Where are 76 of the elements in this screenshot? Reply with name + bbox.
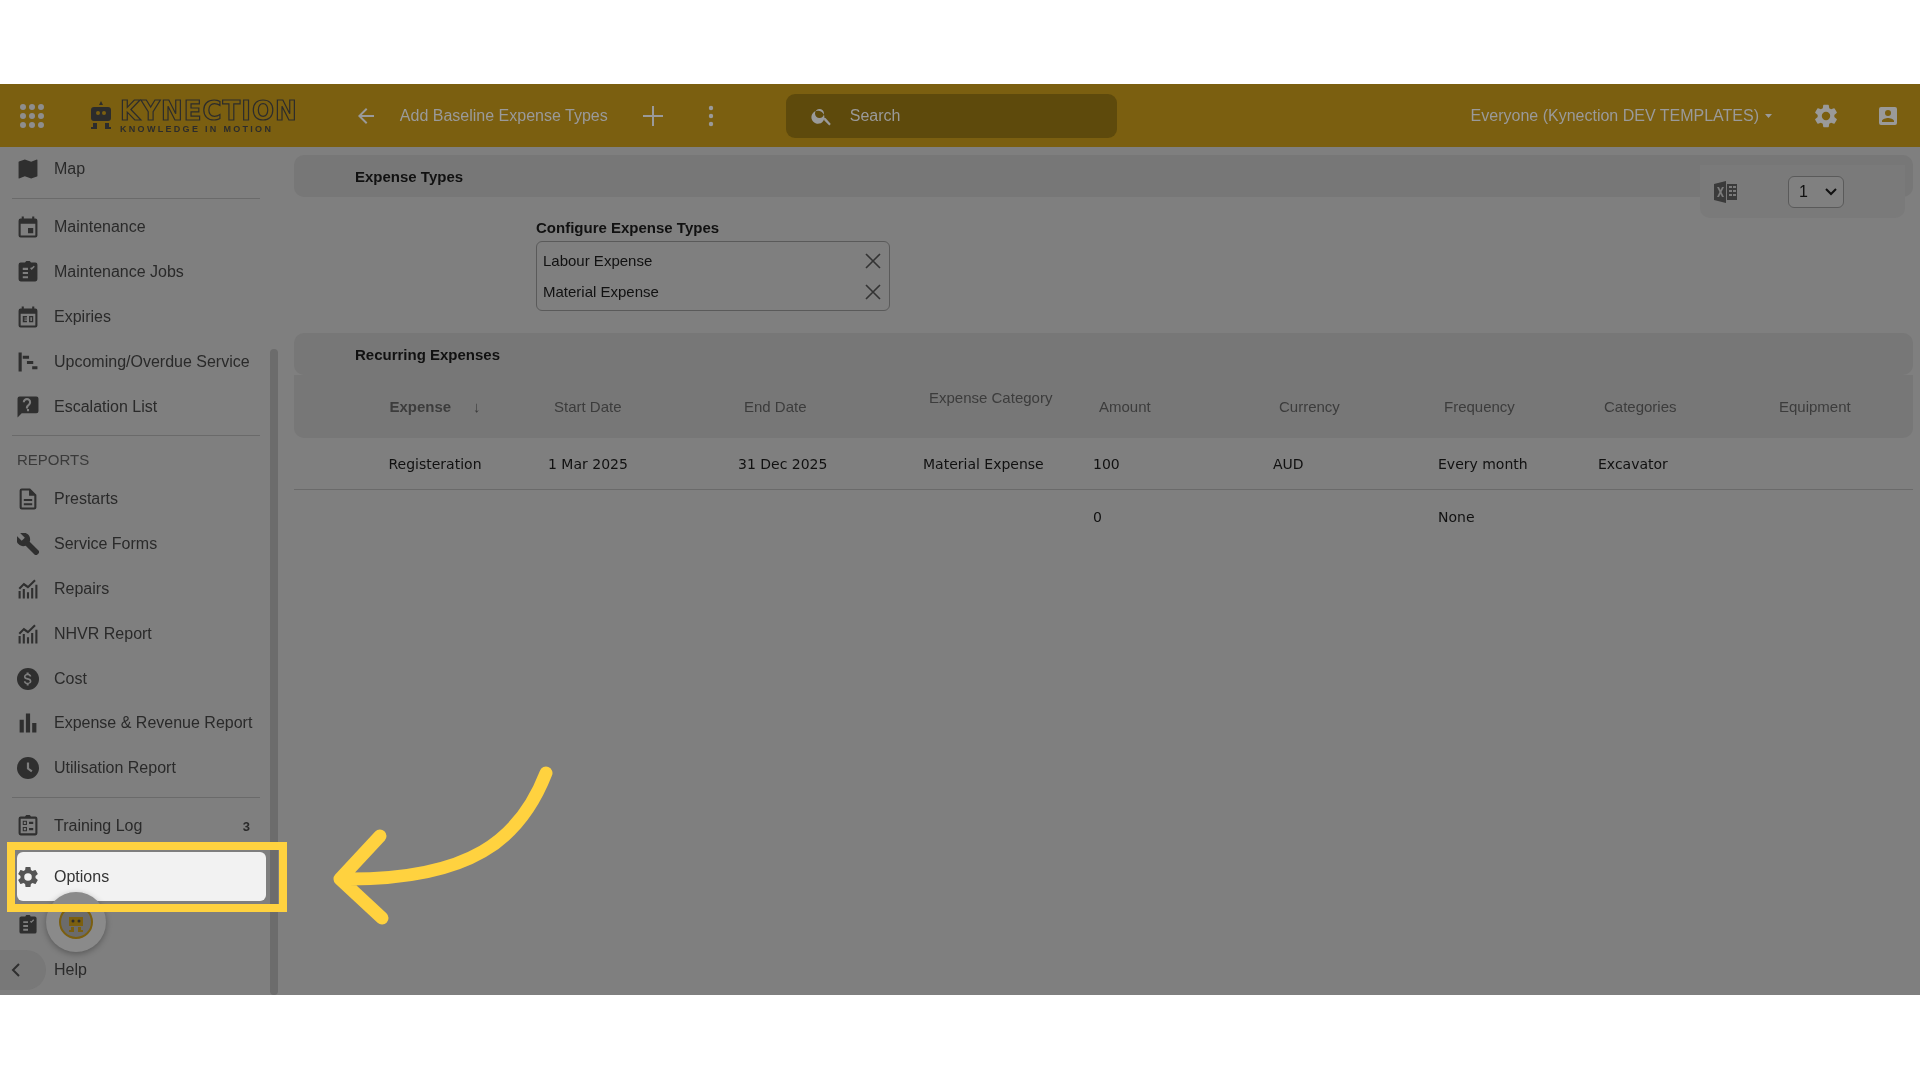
sidebar-item[interactable]: Repairs <box>0 566 264 612</box>
column-header[interactable]: Frequency <box>1430 398 1590 415</box>
sidebar-item[interactable]: Maintenance Jobs <box>0 249 264 295</box>
bar-chart-icon <box>17 712 39 735</box>
table-cell-text: Excavator <box>1597 455 1669 472</box>
table-cell-text: AUD <box>1272 455 1305 472</box>
dollar-icon <box>17 667 39 690</box>
expense-type: Material Expense <box>543 283 659 300</box>
sidebar-item[interactable]: Maintenance <box>0 204 264 250</box>
scrollbar[interactable] <box>270 349 278 995</box>
sidebar-item[interactable]: Training Log 3 <box>0 803 264 849</box>
table-cell-text: Registeration <box>387 455 483 472</box>
sidebar-item[interactable]: Expiries <box>0 294 264 340</box>
sidebar-item[interactable]: Expense & Revenue Report <box>0 700 264 746</box>
spreadsheet-export-icon[interactable] <box>1714 180 1738 203</box>
sidebar-item[interactable]: Map <box>0 147 264 192</box>
robot-icon <box>88 100 114 131</box>
table-cell-text: 0 <box>1092 509 1103 525</box>
map-icon <box>17 158 39 181</box>
sort-icon[interactable]: ↓ <box>473 398 481 415</box>
search-field[interactable]: Search <box>785 93 1117 138</box>
help-bubble-icon <box>17 395 39 418</box>
remove-icon[interactable] <box>865 283 881 300</box>
sidebar-item[interactable]: Service Forms <box>0 521 264 567</box>
column-header[interactable]: End Date <box>730 398 915 415</box>
settings-icon <box>17 865 39 888</box>
document-icon <box>17 488 39 511</box>
checklist-icon <box>17 815 39 838</box>
section-title: Expense Types <box>355 167 464 185</box>
calendar-icon <box>17 305 39 328</box>
sidebar-item[interactable]: Utilisation Report <box>0 745 264 791</box>
count-label: 3 <box>242 818 250 834</box>
add-icon[interactable] <box>641 104 664 127</box>
calendar-icon <box>17 216 39 239</box>
chart-icon <box>17 577 39 600</box>
chevron-left-icon <box>10 962 22 978</box>
sidebar-item[interactable]: Escalation List <box>0 384 264 429</box>
table-cell-text: Material Expense <box>922 455 1045 472</box>
help-link[interactable]: Help <box>54 961 87 979</box>
field-label: Configure Expense Types <box>536 219 721 236</box>
sidebar-item[interactable]: Prestarts <box>0 476 264 522</box>
page-select[interactable]: 1 <box>1788 175 1844 208</box>
table-cell-text: None <box>1437 509 1476 525</box>
column-header[interactable]: Amount <box>1085 398 1265 415</box>
clock-icon <box>17 757 39 780</box>
section-title: Recurring Expenses <box>355 345 501 363</box>
more-options-icon[interactable] <box>707 104 714 127</box>
table-cell-text: Every month <box>1437 455 1529 472</box>
collapse-button[interactable] <box>0 950 46 990</box>
column-header[interactable]: Expense ↓ <box>330 398 540 415</box>
clipboard-icon <box>18 915 38 936</box>
wrench-icon <box>17 533 39 556</box>
sidebar-item[interactable]: NHVR Report <box>0 611 264 657</box>
caret-icon <box>1765 113 1772 118</box>
remove-icon[interactable] <box>865 252 881 269</box>
column-header[interactable]: Start Date <box>540 398 730 415</box>
section-heading: REPORTS <box>16 449 91 470</box>
sidebar-item[interactable]: Options <box>17 852 266 902</box>
clipboard-icon <box>17 261 39 284</box>
gantt-chart-icon <box>17 350 39 373</box>
page-title: Add Baseline Expense Types <box>399 106 608 125</box>
column-header[interactable]: Equipment <box>1765 398 1905 415</box>
table-cell-text: 100 <box>1092 455 1121 472</box>
sidebar-item[interactable]: Upcoming/Overdue Service <box>0 339 264 385</box>
column-header[interactable]: Currency <box>1265 398 1430 415</box>
sidebar-item[interactable]: Cost <box>0 656 264 701</box>
logo[interactable]: KYNECTION KNOWLEDGE IN MOTION <box>88 97 298 134</box>
chart-icon <box>17 622 39 645</box>
expense-type: Labour Expense <box>543 252 653 269</box>
table-cell-text: 1 Mar 2025 <box>547 455 629 472</box>
column-header[interactable]: Expense Category <box>915 375 1085 406</box>
chevron-down-icon <box>1825 187 1837 196</box>
organisation-dropdown[interactable]: Everyone (Kynection DEV TEMPLATES) <box>1470 106 1772 125</box>
column-header[interactable]: Categories <box>1590 398 1765 415</box>
table-cell-text: 31 Dec 2025 <box>737 455 829 472</box>
app-menu-icon[interactable] <box>20 103 44 128</box>
